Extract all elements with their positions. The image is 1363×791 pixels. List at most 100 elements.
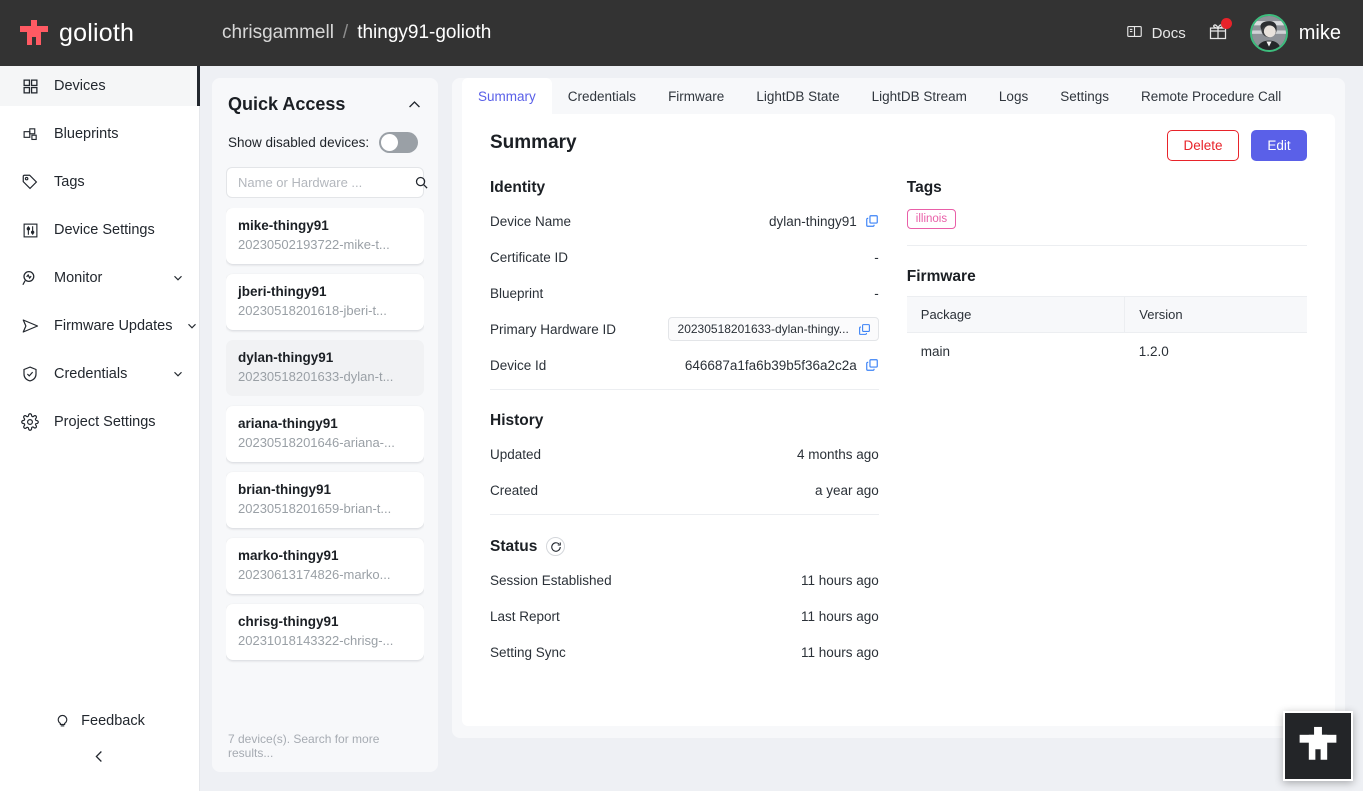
row-key: Certificate ID [490,250,568,265]
edit-button[interactable]: Edit [1251,130,1307,161]
copy-icon[interactable] [858,323,871,336]
tab-lightdb-state[interactable]: LightDB State [740,78,855,114]
identity-row-certificate-id: Certificate ID - [490,239,879,275]
row-key: Blueprint [490,286,543,301]
tab-settings[interactable]: Settings [1044,78,1125,114]
breadcrumb-org[interactable]: chrisgammell [222,22,334,44]
rewards-button[interactable] [1208,21,1228,46]
firmware-table-head: Package Version [907,297,1307,333]
quick-access-header: Quick Access [226,94,424,115]
sidebar-item-blueprints[interactable]: Blueprints [0,114,199,154]
summary-panel: Summary Delete Edit Identity Device Name… [462,114,1335,726]
tab-credentials[interactable]: Credentials [552,78,652,114]
row-value: a year ago [815,483,879,498]
spacer [490,515,879,537]
sidebar-item-label: Monitor [54,270,157,286]
copy-icon[interactable] [865,214,879,228]
blueprint-icon [20,124,40,144]
list-item[interactable]: brian-thingy91 20230518201659-brian-t... [226,472,424,528]
sliders-icon [20,220,40,240]
tag-icon [20,172,40,192]
device-hardware-id: 20230518201646-ariana-... [238,433,412,452]
notification-dot [1221,18,1232,29]
tab-remote-procedure-call[interactable]: Remote Procedure Call [1125,78,1297,114]
row-value: 11 hours ago [801,609,879,624]
tab-lightdb-stream[interactable]: LightDB Stream [856,78,983,114]
breadcrumb-project[interactable]: thingy91-golioth [357,22,491,44]
search-icon[interactable] [414,175,429,190]
show-disabled-devices-toggle[interactable] [379,132,418,153]
refresh-icon[interactable] [546,537,565,556]
tab-summary[interactable]: Summary [462,78,552,114]
summary-columns: Identity Device Name dylan-thingy91 [490,179,1307,670]
sidebar-item-monitor[interactable]: Monitor [0,258,199,298]
tab-label: LightDB Stream [872,89,967,104]
user-menu[interactable]: mike [1250,14,1341,52]
book-icon [1126,23,1143,44]
device-name: chrisg-thingy91 [238,613,412,631]
sidebar-collapse-button[interactable] [0,739,199,779]
sidebar-item-label: Credentials [54,366,157,382]
status-list: Session Established 11 hours ago Last Re… [490,562,879,670]
row-key: Updated [490,447,541,462]
sidebar-item-label: Devices [54,78,185,94]
sidebar-item-project-settings[interactable]: Project Settings [0,402,199,442]
delete-button[interactable]: Delete [1167,130,1239,161]
nav-spacer [0,154,199,162]
copy-icon[interactable] [865,358,879,372]
chevron-down-icon[interactable] [171,367,185,381]
row-key: Last Report [490,609,560,624]
tab-firmware[interactable]: Firmware [652,78,740,114]
list-item[interactable]: ariana-thingy91 20230518201646-ariana-..… [226,406,424,462]
list-item-selected[interactable]: dylan-thingy91 20230518201633-dylan-t... [226,340,424,396]
sidebar-item-devices[interactable]: Devices [0,66,199,106]
status-row-setting-sync: Setting Sync 11 hours ago [490,634,879,670]
sidebar-item-device-settings[interactable]: Device Settings [0,210,199,250]
monitor-search-icon [20,268,40,288]
identity-row-device-id: Device Id 646687a1fa6b39b5f36a2c2a [490,347,879,383]
quick-access-panel: Quick Access Show disabled devices: [212,78,438,772]
chevron-down-icon[interactable] [171,271,185,285]
nav-spacer [0,202,199,210]
list-item[interactable]: marko-thingy91 20230613174826-marko... [226,538,424,594]
nav-spacer [0,346,199,354]
tags-section-title: Tags [907,179,1307,197]
status-badge[interactable]: illinois [907,209,956,229]
device-name: ariana-thingy91 [238,415,412,433]
list-item[interactable]: jberi-thingy91 20230518201618-jberi-t... [226,274,424,330]
sidebar-item-tags[interactable]: Tags [0,162,199,202]
device-search-input[interactable] [238,175,414,190]
tab-label: Logs [999,89,1028,104]
lightbulb-icon [54,711,71,732]
panel-header: Summary Delete Edit [490,132,1307,161]
device-name: dylan-thingy91 [238,349,412,367]
main-content: Summary Credentials Firmware LightDB Sta… [452,78,1345,738]
sidebar: Devices Blueprints [0,66,200,791]
accessibility-person-icon [1297,723,1339,770]
list-item[interactable]: mike-thingy91 20230502193722-mike-t... [226,208,424,264]
nav-spacer [0,298,199,306]
brand[interactable]: golioth [0,17,200,49]
tab-label: Settings [1060,89,1109,104]
show-disabled-devices-row: Show disabled devices: [226,132,424,153]
status-row-session-established: Session Established 11 hours ago [490,562,879,598]
chevron-down-icon[interactable] [186,319,198,333]
chevron-up-icon[interactable] [406,96,423,113]
tab-logs[interactable]: Logs [983,78,1044,114]
top-bar-right: Docs [1126,14,1363,52]
tab-label: Remote Procedure Call [1141,89,1281,104]
sidebar-item-firmware-updates[interactable]: Firmware Updates [0,306,199,346]
sidebar-item-credentials[interactable]: Credentials [0,354,199,394]
panel-actions: Delete Edit [1167,130,1307,161]
docs-link[interactable]: Docs [1126,23,1186,44]
sidebar-nav: Devices Blueprints [0,66,199,442]
identity-section-title: Identity [490,179,879,197]
feedback-button[interactable]: Feedback [0,703,199,739]
device-search-box[interactable] [226,167,424,198]
table-header-row: Package Version [907,297,1307,333]
list-item[interactable]: chrisg-thingy91 20231018143322-chrisg-..… [226,604,424,660]
app-root: golioth chrisgammell / thingy91-golioth … [0,0,1363,791]
accessibility-widget-button[interactable] [1283,711,1353,781]
golioth-logo-icon [18,17,50,49]
hardware-id-chip[interactable]: 20230518201633-dylan-thingy... [668,317,879,341]
